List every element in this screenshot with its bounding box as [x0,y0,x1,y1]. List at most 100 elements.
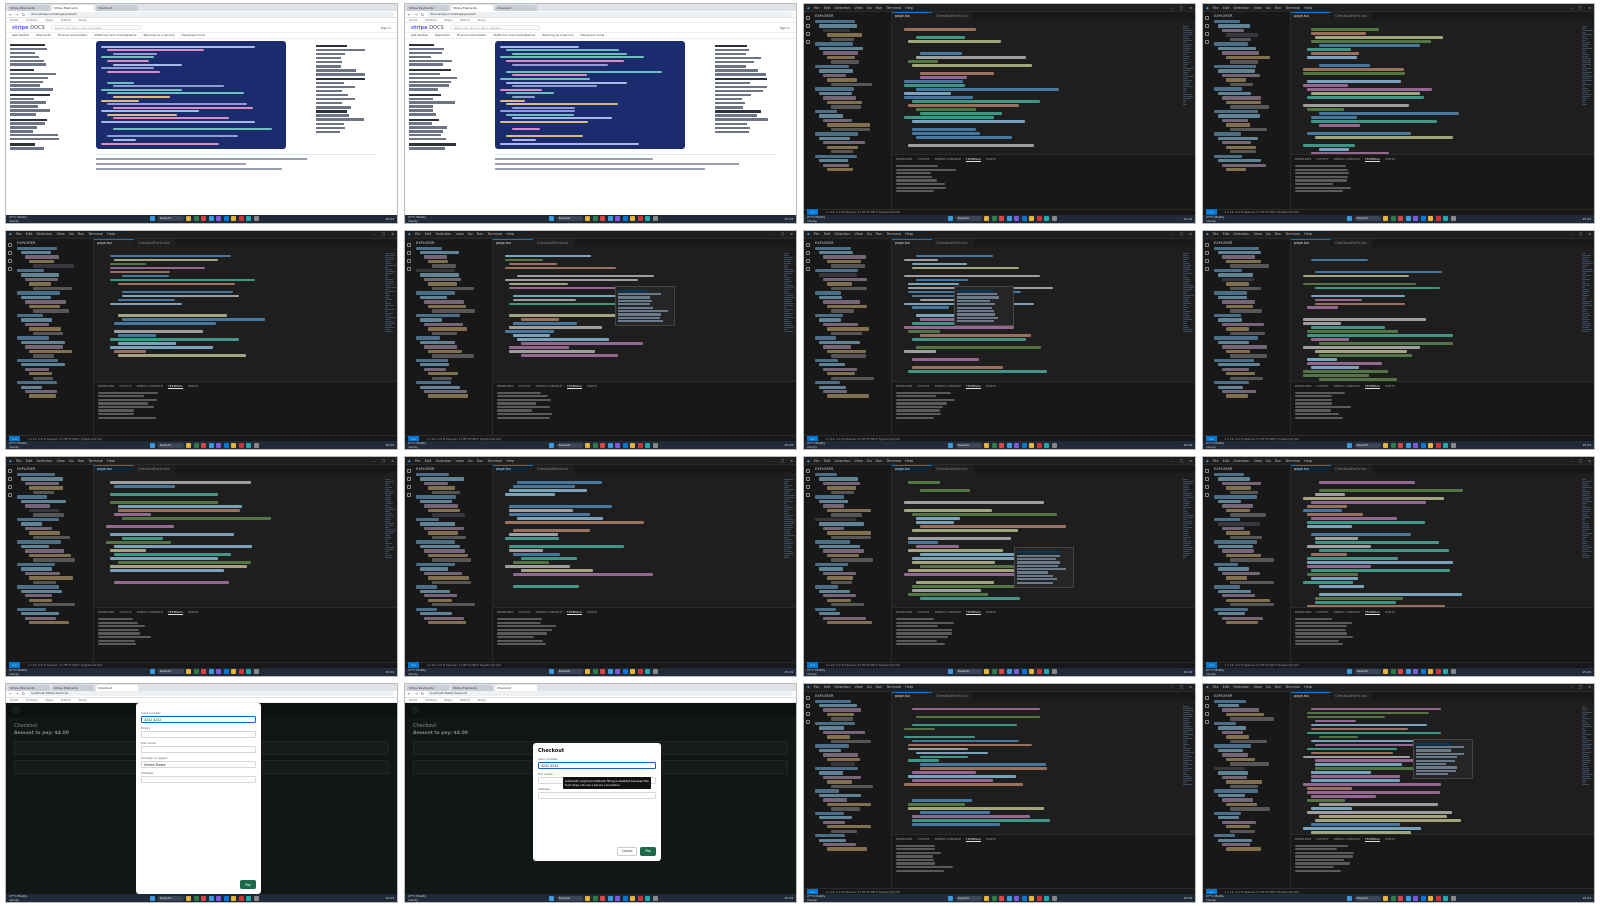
browser-tab[interactable]: Stripe Elements [451,5,493,11]
explorer-item[interactable] [815,154,858,158]
explorer-item[interactable] [823,481,861,486]
explorer-item[interactable] [831,331,862,336]
docs-nav-item[interactable]: Developer tools [581,33,605,38]
explorer-item[interactable] [416,562,456,567]
explorer-item[interactable] [827,712,854,717]
taskbar-app-icon[interactable] [1405,895,1411,901]
minimize-icon[interactable]: – [1172,6,1174,10]
explorer-item[interactable] [1218,24,1250,28]
explorer-item[interactable] [1222,549,1254,553]
explorer-item[interactable] [819,567,844,571]
explorer-item[interactable] [823,300,861,304]
tab-checkout-form[interactable]: CheckoutForm.tsx [933,238,973,247]
files-icon[interactable] [806,242,810,247]
card-number-input[interactable]: 4242 4242 [141,715,256,723]
menu-item[interactable]: Help [905,232,913,236]
sidebar-link[interactable] [10,147,45,150]
taskbar-app-icon[interactable] [1044,216,1050,221]
taskbar-app-icon[interactable] [1006,442,1012,448]
explorer-item[interactable] [29,553,71,558]
explorer-item[interactable] [416,313,460,318]
docs-nav-item[interactable]: Finance automation [457,33,487,38]
explorer-item[interactable] [1226,620,1258,625]
bookmark-link[interactable]: Gmail [409,698,417,702]
sidebar-link[interactable] [409,63,444,66]
menu-item[interactable]: View [1253,685,1261,689]
explorer-item[interactable] [1226,123,1251,127]
explorer-item[interactable] [428,620,467,625]
taskbar-app-icon[interactable] [1413,669,1419,674]
sidebar-link[interactable] [409,134,442,137]
panel-tab[interactable]: PROBLEMS [497,610,513,615]
sidebar-link[interactable] [409,118,440,121]
explorer-item[interactable] [432,286,474,291]
explorer-item[interactable] [432,354,475,358]
explorer-item[interactable] [1230,286,1261,291]
menu-item[interactable]: Help [1304,6,1312,10]
taskbar-apps[interactable]: Search [549,442,658,448]
search-icon[interactable] [8,250,12,255]
on-this-page[interactable] [316,43,376,135]
taskbar-app-icon[interactable] [637,216,643,221]
tab-page[interactable]: page.tsx [493,465,533,473]
explorer-item[interactable] [819,589,850,593]
explorer-item[interactable] [1226,735,1250,739]
menu-item[interactable]: Go [468,459,473,463]
taskbar-app-icon[interactable] [585,442,591,448]
menu-item[interactable]: Selection [834,685,850,689]
explorer-item[interactable] [1214,811,1241,815]
explorer-item[interactable] [1222,51,1260,55]
suggestion-item[interactable] [957,316,999,319]
weather-widget[interactable]: 27°C Mostly cloudy [408,215,432,223]
window-controls[interactable]: – □ × [1172,232,1195,236]
explorer-item[interactable] [25,255,60,259]
explorer-item[interactable] [831,150,854,154]
explorer-item[interactable] [1230,376,1264,380]
taskbar-app-icon[interactable] [246,669,252,674]
menu-item[interactable]: Terminal [88,232,103,236]
explorer-item[interactable] [819,544,860,549]
explorer-item[interactable] [1214,291,1247,295]
explorer-item[interactable] [831,603,865,607]
search-icon[interactable] [407,250,411,255]
toc-link[interactable] [715,118,768,121]
explorer-item[interactable] [819,363,846,367]
terminal-panel[interactable]: PROBLEMS OUTPUT DEBUG CONSOLE TERMINAL PORTS [1291,833,1594,888]
explorer-item[interactable] [428,486,456,490]
explorer-panel[interactable]: EXPLORER [812,12,892,209]
sidebar-link[interactable] [10,84,40,87]
explorer-item[interactable] [1214,721,1237,726]
weather-widget[interactable]: 27°C Mostly cloudy [1206,215,1230,223]
taskbar-app-icon[interactable] [1014,669,1020,674]
explorer-item[interactable] [1214,381,1249,385]
explorer-item[interactable] [25,345,64,349]
explorer-item[interactable] [831,762,855,766]
taskbar-app-icon[interactable] [1428,216,1434,221]
sidebar-link[interactable] [10,134,58,137]
docs-search-input[interactable]: Search the docs or ask a question [50,25,141,30]
explorer-item[interactable] [1218,318,1242,322]
explorer-item[interactable] [819,114,843,118]
source-control-icon[interactable] [806,711,810,716]
explorer-item[interactable] [823,390,847,394]
back-icon[interactable]: ← [9,12,12,17]
files-icon[interactable] [1205,242,1209,247]
explorer-item[interactable] [428,304,467,309]
sidebar-link[interactable] [409,84,449,87]
menu-bar[interactable]: File Edit Selection View Go Run Terminal Help [814,6,913,10]
explorer-item[interactable] [33,331,64,336]
menu-item[interactable]: View [1253,459,1261,463]
explorer-item[interactable] [33,264,74,268]
code-editor[interactable] [892,705,1181,833]
taskbar-app-icon[interactable] [1405,442,1411,448]
tab-checkout-form[interactable]: CheckoutForm.tsx [1332,691,1372,700]
explorer-item[interactable] [21,295,52,300]
clock[interactable]: 15:24 [1174,217,1192,221]
activity-bar[interactable] [405,465,413,662]
explorer-item[interactable] [827,259,861,264]
maximize-icon[interactable]: □ [1579,685,1582,689]
taskbar-app-icon[interactable] [1428,442,1434,448]
close-icon[interactable]: × [1189,459,1192,463]
activity-bar[interactable] [804,465,812,662]
explorer-item[interactable] [25,526,52,531]
